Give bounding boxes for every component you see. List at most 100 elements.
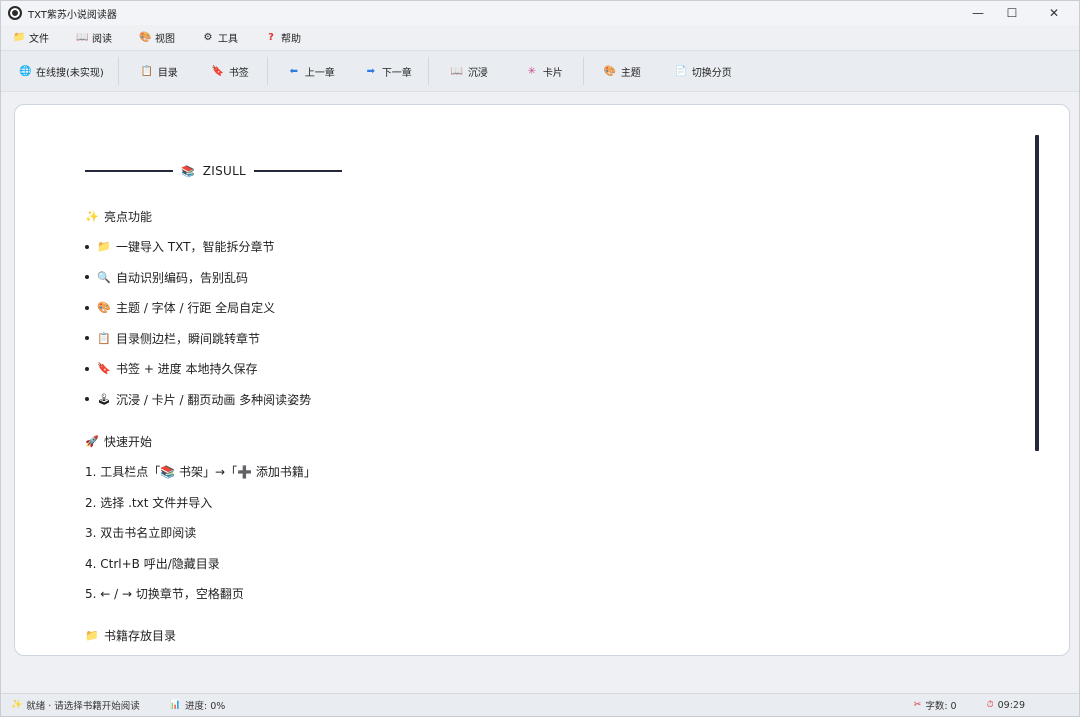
bookmark-icon: 🔖 [97,362,111,375]
prev-chapter-button[interactable]: ⬅ 上一章 [280,60,343,83]
reading-panel[interactable]: 📚 ZISULL ✨ 亮点功能 📁 一键导入 TXT，智能拆分章节 🔍 自动识别… [14,104,1070,656]
status-bar: ✨ 就绪 · 请选择书籍开始阅读 📊 进度: 0% ✂ 字数: 0 ⏱ 09:2… [1,693,1079,716]
status-text: 就绪 · 请选择书籍开始阅读 [26,701,140,712]
folder-icon: 📁 [85,629,99,642]
reading-content: 📚 ZISULL ✨ 亮点功能 📁 一键导入 TXT，智能拆分章节 🔍 自动识别… [85,159,985,645]
step-item: 5. ← / → 切换章节，空格翻页 [85,587,244,601]
online-search-button[interactable]: 🌐 在线搜(未实现) [11,60,112,83]
maximize-button[interactable]: ☐ [995,1,1029,25]
feature-text: 书签 + 进度 本地持久保存 [116,362,258,376]
card-button[interactable]: ✳ 卡片 [518,60,571,83]
directory-title: 📁 书籍存放目录 [85,627,985,645]
bookmark-button[interactable]: 🔖 书签 [204,60,257,83]
feature-item: 🔍 自动识别编码，告别乱码 [85,268,985,286]
next-chapter-button[interactable]: ➡ 下一章 [357,60,420,83]
toggle-paging-button[interactable]: 📄 切换分页 [667,60,740,83]
question-icon: ? [268,32,274,43]
feature-item: 🎨 主题 / 字体 / 行距 全局自定义 [85,299,985,317]
joystick-icon: 🕹 [97,392,111,406]
bullet [85,244,89,249]
palette-icon: 🎨 [603,65,617,77]
arrow-right-icon: ➡ [366,65,375,77]
prev-chapter-label: 上一章 [304,67,335,79]
step-item: 2. 选择 .txt 文件并导入 [85,495,213,510]
scrollbar-thumb[interactable] [1035,135,1039,451]
welcome-heading: 📚 ZISULL [85,159,985,183]
progress-indicator: 📊 进度: 0% [170,698,226,712]
feature-text: 自动识别编码，告别乱码 [116,270,249,285]
heading-rule-left [85,170,173,172]
quickstart-title-text: 快速开始 [104,434,153,449]
bullet [85,366,89,371]
globe-icon: 🌐 [19,65,32,77]
menu-tools[interactable]: ⚙ 工具 [198,28,242,47]
bullet [85,397,89,401]
feature-text: 一键导入 TXT，智能拆分章节 [116,240,275,254]
folder-icon: 📁 [13,32,26,43]
feature-text: 目录侧边栏，瞬间跳转章节 [116,331,261,346]
quickstart-title: 🚀 快速开始 [85,432,985,450]
toc-label: 目录 [157,67,178,79]
toc-button[interactable]: 📋 目录 [133,60,186,83]
toggle-paging-label: 切换分页 [691,67,732,79]
clipboard-icon: 📋 [97,331,111,345]
menu-bar: 📁 文件 📖 阅读 🎨 视图 ⚙ 工具 ? 帮助 [1,25,1079,50]
sparkle-icon: ✳ [527,65,536,77]
bullet [85,336,89,340]
app-window: TXT紫苏小说阅读器 — ☐ ✕ 📁 文件 📖 阅读 🎨 视图 ⚙ 工具 ? 帮… [0,0,1080,717]
step-item: 4. Ctrl+B 呼出/隐藏目录 [85,556,220,571]
menu-file[interactable]: 📁 文件 [9,28,53,47]
feature-text: 沉浸 / 卡片 / 翻页动画 多种阅读姿势 [116,392,312,407]
feature-item: 📋 目录侧边栏，瞬间跳转章节 [85,329,985,347]
directory-title-text: 书籍存放目录 [104,629,177,643]
magnifier-icon: 🔍 [97,270,111,284]
bookmark-label: 书签 [228,67,249,79]
bullet [85,275,89,279]
features-title-text: 亮点功能 [104,209,153,224]
menu-view[interactable]: 🎨 视图 [135,28,179,47]
minimize-button[interactable]: — [961,1,995,25]
clock-text: 09:29 [997,699,1025,711]
books-icon: 📚 [181,164,195,178]
window-title: TXT紫苏小说阅读器 [28,9,117,21]
app-logo-icon [8,6,22,20]
feature-item: 🔖 书签 + 进度 本地持久保存 [85,360,985,378]
folder-icon: 📁 [97,240,111,253]
heading-rule-right [254,170,343,172]
bullet [85,305,89,310]
clock: ⏱ 09:29 [987,700,1025,711]
progress-text: 进度: 0% [185,701,226,712]
title-bar: TXT紫苏小说阅读器 — ☐ ✕ [1,1,1079,25]
sparkles-icon: ✨ [11,700,23,710]
toolbar-divider [117,57,119,85]
scissors-icon: ✂ [913,700,922,710]
features-title: ✨ 亮点功能 [85,207,985,225]
word-count-text: 字数: 0 [925,701,957,712]
toolbar-divider [427,57,429,85]
menu-read[interactable]: 📖 阅读 [72,28,116,47]
close-button[interactable]: ✕ [1029,1,1079,25]
toolbar-divider [582,57,584,85]
theme-button[interactable]: 🎨 主题 [596,60,649,83]
gear-icon: ⚙ [203,32,213,43]
card-label: 卡片 [542,67,563,79]
step-item: 1. 工具栏点「📚 书架」→「➕ 添加书籍」 [85,465,316,479]
status-right-group: ✂ 字数: 0 ⏱ 09:29 [914,698,1079,713]
step-item: 3. 双击书名立即阅读 [85,526,197,540]
menu-read-label: 阅读 [92,34,112,45]
immersive-button[interactable]: 📖 沉浸 [443,60,496,83]
feature-text: 主题 / 字体 / 行距 全局自定义 [116,301,276,315]
menu-help[interactable]: ? 帮助 [261,28,305,47]
bookmark-icon: 🔖 [211,65,225,77]
chart-icon: 📊 [169,700,181,710]
status-message: ✨ 就绪 · 请选择书籍开始阅读 [11,698,140,712]
theme-label: 主题 [620,67,641,79]
menu-view-label: 视图 [155,34,175,45]
menu-tools-label: 工具 [218,34,238,45]
page-icon: 📄 [674,65,688,77]
open-book-icon: 📖 [450,65,464,77]
sparkles-icon: ✨ [85,209,99,223]
rocket-icon: 🚀 [85,434,99,448]
word-count: ✂ 字数: 0 [914,698,957,712]
window-controls: — ☐ ✕ [961,1,1079,25]
